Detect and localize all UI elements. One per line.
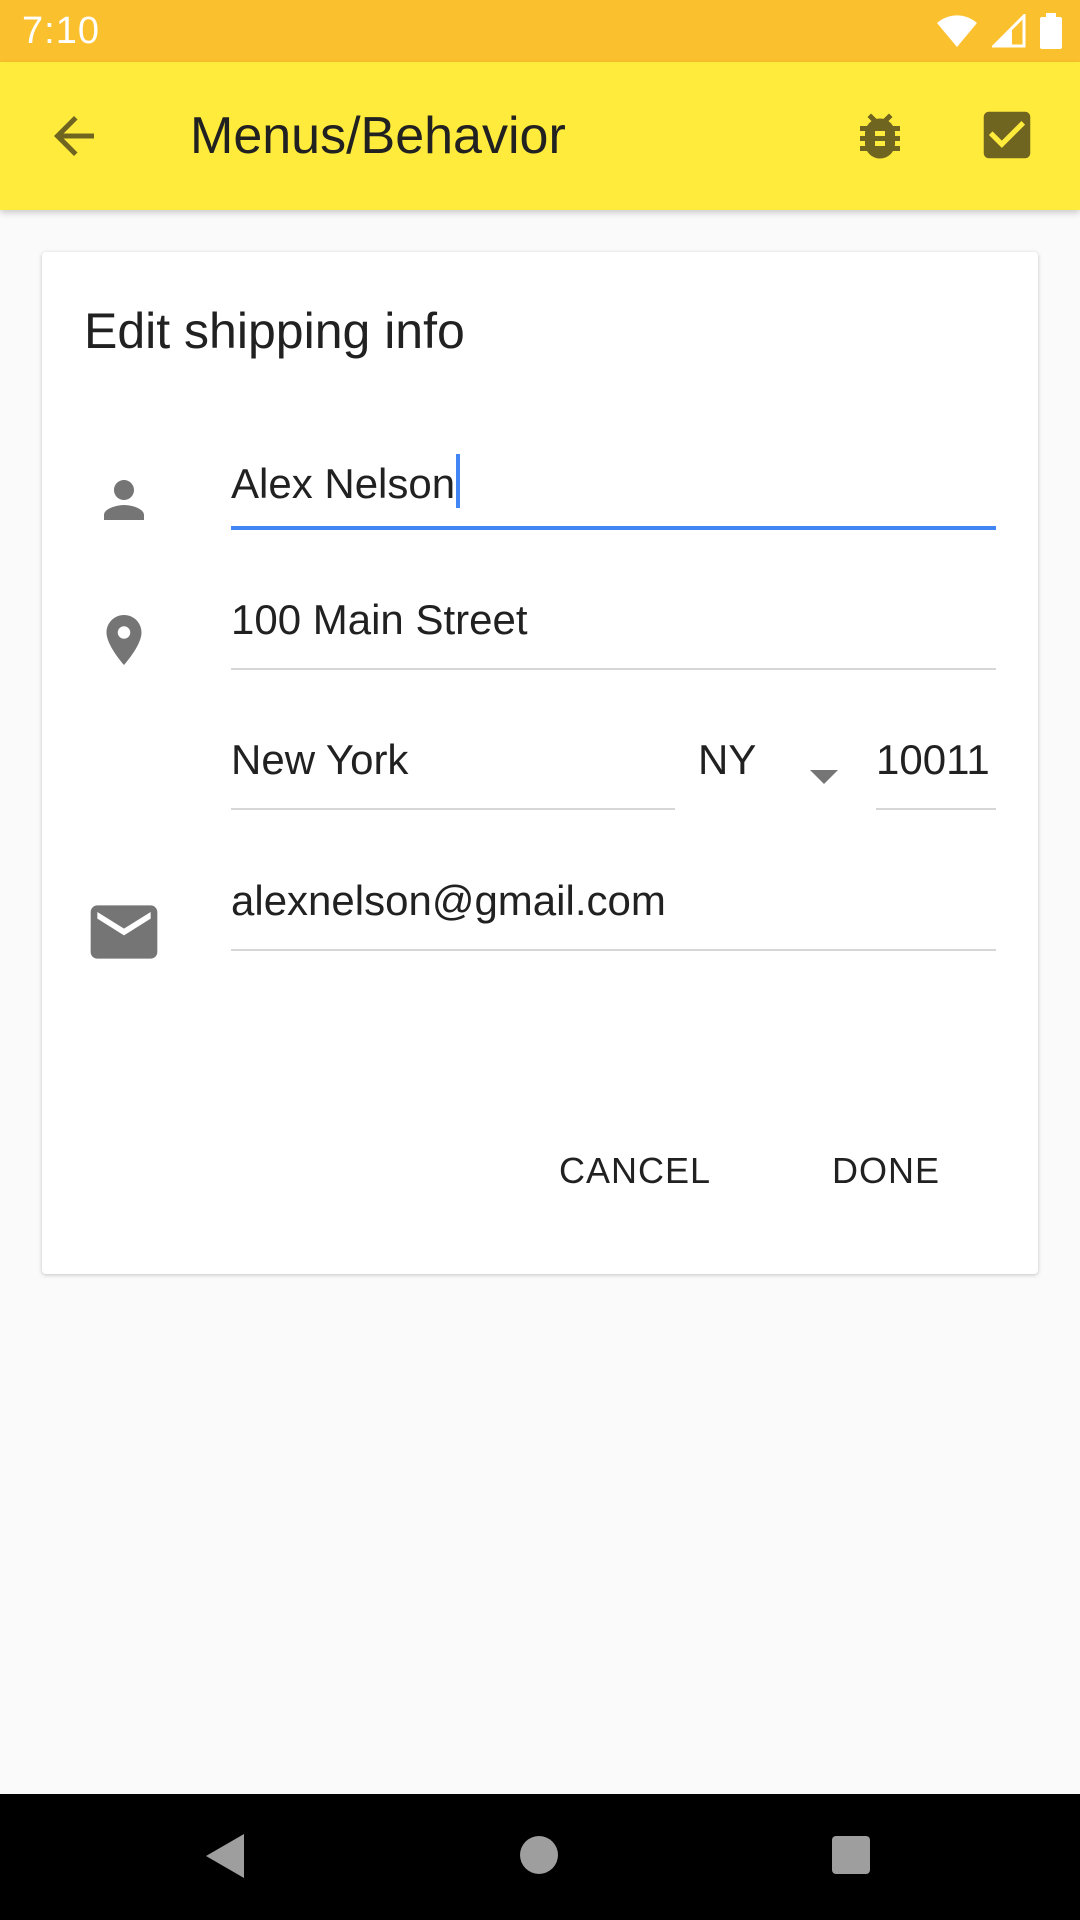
name-field[interactable]: Alex Nelson bbox=[231, 446, 996, 530]
done-button[interactable]: DONE bbox=[832, 1150, 940, 1192]
text-cursor bbox=[456, 454, 461, 508]
name-field-value: Alex Nelson bbox=[231, 460, 456, 507]
wifi-icon bbox=[937, 15, 977, 48]
status-time: 7:10 bbox=[22, 10, 100, 52]
nav-back-icon[interactable] bbox=[206, 1834, 244, 1878]
dialog-title: Edit shipping info bbox=[84, 303, 465, 359]
zip-field-value: 10011 bbox=[876, 736, 990, 783]
cell-signal-icon bbox=[992, 14, 1026, 48]
email-field-value: alexnelson@gmail.com bbox=[231, 877, 666, 924]
confirm-button[interactable] bbox=[976, 104, 1038, 166]
nav-home-icon[interactable] bbox=[520, 1836, 558, 1874]
bug-report-button[interactable] bbox=[850, 106, 910, 166]
app-bar: Menus/Behavior bbox=[0, 62, 1080, 210]
arrow-back-icon bbox=[54, 116, 94, 156]
nav-recents-icon[interactable] bbox=[832, 1836, 870, 1874]
state-dropdown-value: NY bbox=[698, 736, 757, 783]
street-field[interactable]: 100 Main Street bbox=[231, 588, 996, 670]
city-field[interactable]: New York bbox=[231, 728, 675, 810]
city-field-value: New York bbox=[231, 736, 409, 783]
edit-shipping-dialog: Edit shipping info Alex Nelson 100 Main … bbox=[42, 252, 1038, 1274]
location-pin-icon bbox=[106, 615, 142, 665]
zip-field[interactable]: 10011 bbox=[876, 728, 996, 810]
email-field[interactable]: alexnelson@gmail.com bbox=[231, 869, 996, 951]
state-dropdown[interactable]: NY bbox=[698, 728, 868, 808]
system-nav-bar bbox=[0, 1794, 1080, 1920]
mail-icon bbox=[90, 905, 158, 959]
back-button[interactable] bbox=[44, 106, 104, 166]
bug-icon bbox=[860, 113, 900, 159]
status-bar: 7:10 bbox=[0, 0, 1080, 62]
dropdown-arrow-icon bbox=[810, 770, 838, 784]
status-icons bbox=[936, 12, 1062, 50]
battery-icon bbox=[1040, 13, 1062, 49]
cancel-button[interactable]: CANCEL bbox=[559, 1150, 711, 1192]
person-icon bbox=[104, 480, 144, 520]
checkbox-checked-icon bbox=[983, 111, 1031, 159]
street-field-value: 100 Main Street bbox=[231, 596, 528, 643]
page-title: Menus/Behavior bbox=[190, 107, 566, 165]
